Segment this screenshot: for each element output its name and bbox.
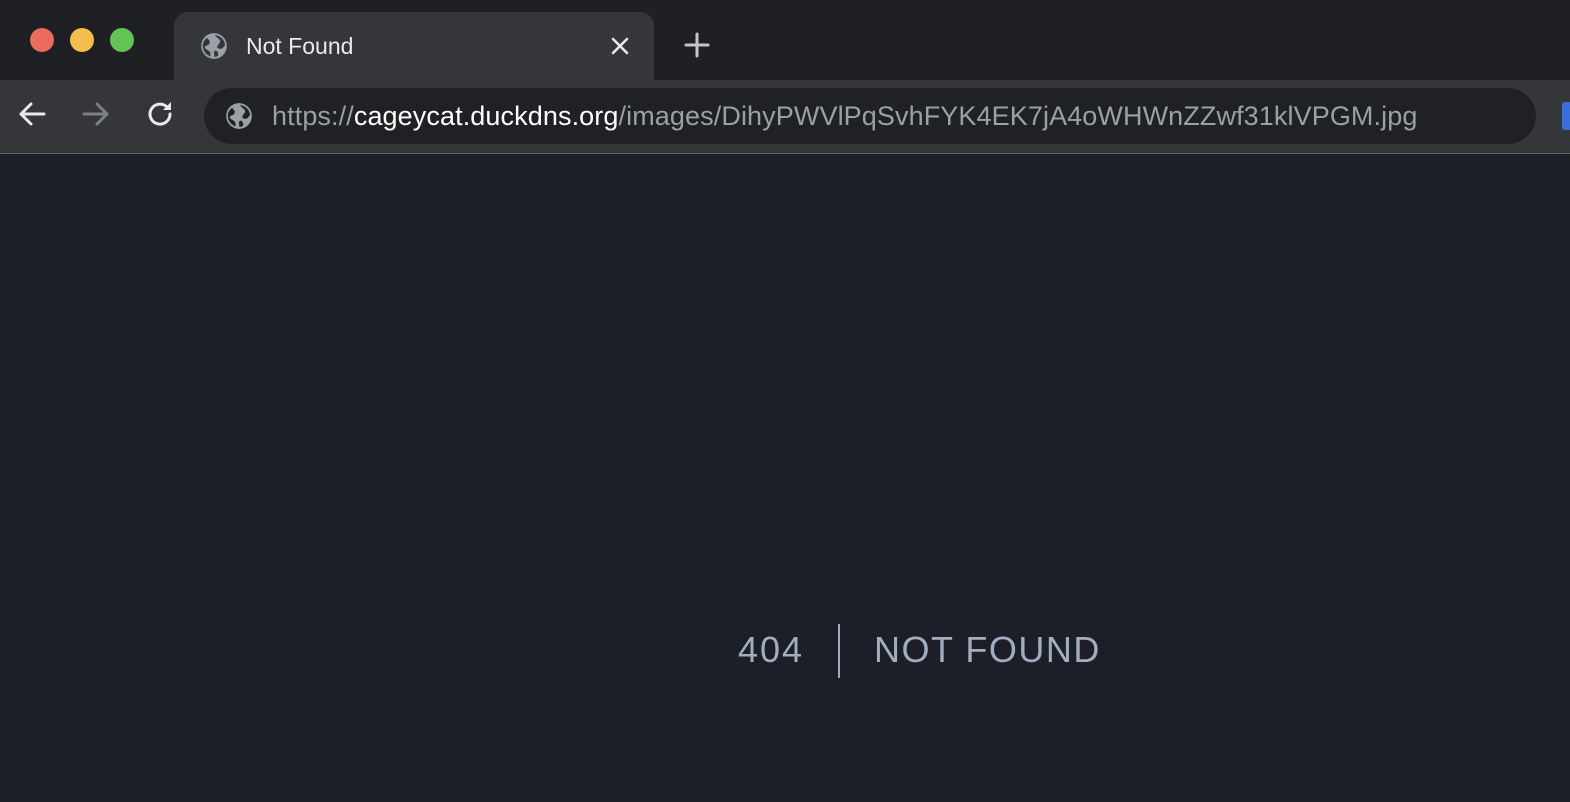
url-text[interactable]: https://cageycat.duckdns.org/images/Dihy… [272, 101, 1417, 131]
globe-icon [201, 33, 227, 59]
plus-icon[interactable] [682, 30, 712, 60]
tab-strip: Not Found [0, 0, 1570, 80]
window-close-button[interactable] [30, 28, 54, 52]
error-block: 404 NOT FOUND [0, 624, 1570, 678]
divider [838, 624, 840, 678]
address-bar[interactable]: https://cageycat.duckdns.org/images/Dihy… [204, 88, 1536, 144]
page-content: 404 NOT FOUND [0, 154, 1570, 802]
window-minimize-button[interactable] [70, 28, 94, 52]
close-icon[interactable] [608, 34, 632, 58]
extension-button[interactable] [1562, 102, 1570, 130]
browser-window: Not Found https://cageycat.duckdns.org/i… [0, 0, 1570, 802]
tab-not-found[interactable]: Not Found [174, 12, 654, 80]
arrow-right-icon[interactable] [80, 98, 112, 130]
reload-icon[interactable] [144, 98, 176, 130]
globe-icon[interactable] [225, 102, 253, 130]
error-message: NOT FOUND [874, 629, 1101, 670]
url-path: /images/DihyPWVlPqSvhFYK4EK7jA4oWHWnZZwf… [618, 101, 1418, 131]
window-maximize-button[interactable] [110, 28, 134, 52]
toolbar: https://cageycat.duckdns.org/images/Dihy… [0, 80, 1570, 154]
error-code: 404 [738, 629, 805, 670]
tab-title: Not Found [246, 33, 354, 59]
url-host: cageycat.duckdns.org [353, 101, 619, 131]
url-scheme: https:// [272, 101, 354, 131]
arrow-left-icon[interactable] [16, 98, 48, 130]
